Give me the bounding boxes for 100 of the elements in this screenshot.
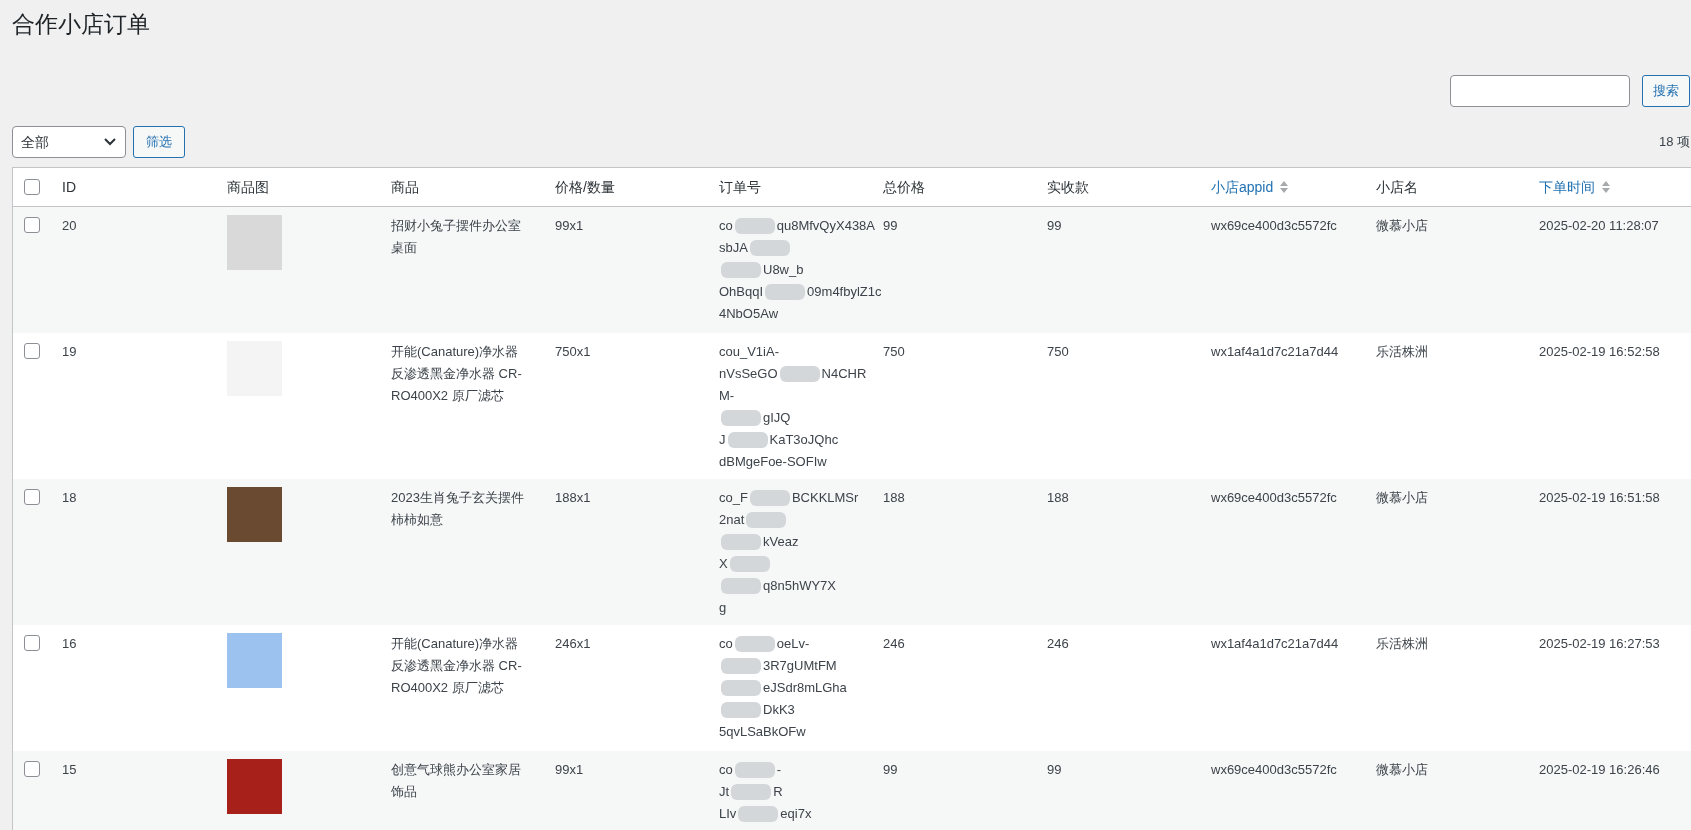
search-button[interactable]: 搜索: [1642, 75, 1690, 107]
order-number-text: KaT3oJQhc: [769, 431, 839, 449]
order-number-text: co_F: [719, 489, 748, 507]
table-cell: wx1af4a1d7c21a7d44: [1211, 344, 1339, 359]
table-cell: 246: [883, 636, 905, 651]
table-cell: 20: [62, 218, 77, 233]
order-number-text: DkK3: [763, 701, 795, 719]
checkbox[interactable]: [24, 217, 40, 233]
table-cell: 246x1: [555, 636, 591, 651]
table-cell: wx69ce400d3c5572fc: [1211, 490, 1337, 505]
order-number-text: g: [719, 599, 727, 617]
column-header: 实收款: [1047, 177, 1089, 197]
order-number-text: -: [776, 761, 782, 779]
table-cell: 乐活株洲: [1376, 636, 1428, 651]
table-cell: 2025-02-19 16:26:46: [1539, 762, 1660, 777]
checkbox[interactable]: [24, 761, 40, 777]
table-cell: 创意气球熊办公室家居饰品: [391, 762, 521, 799]
redaction-blur: [721, 578, 761, 594]
chevron-down-icon: [103, 137, 117, 147]
checkbox[interactable]: [24, 179, 40, 195]
table-cell: 15: [62, 762, 77, 777]
order-number-text: qu8MfvQyX438A: [776, 217, 875, 235]
order-number-text: eJSdr8mLGha: [763, 679, 847, 697]
table-cell: 750x1: [555, 344, 591, 359]
table-cell: 19: [62, 344, 77, 359]
redaction-blur: [749, 490, 790, 506]
column-header: 订单号: [719, 177, 761, 197]
redaction-blur: [734, 636, 775, 652]
table-cell: 99: [883, 218, 898, 233]
checkbox[interactable]: [24, 489, 40, 505]
redaction-blur: [727, 432, 768, 448]
table-cell: wx69ce400d3c5572fc: [1211, 218, 1337, 233]
column-header: 商品图: [227, 177, 269, 197]
table-cell: 开能(Canature)净水器反渗透黑金净水器 CR-RO400X2 原厂滤芯: [391, 344, 522, 403]
table-cell: 微慕小店: [1376, 490, 1428, 505]
order-number-text: M-: [719, 387, 735, 405]
order-number-text: 5qvLSaBkOFw: [719, 723, 806, 741]
filter-button[interactable]: 筛选: [133, 126, 185, 158]
order-number-text: kVeaz: [763, 533, 799, 551]
order-number-text: sbJA: [719, 239, 748, 257]
table-cell: 微慕小店: [1376, 762, 1428, 777]
order-number-text: 3R7gUMtFM: [763, 657, 837, 675]
redaction-blur: [734, 762, 775, 778]
filter-select[interactable]: 全部: [12, 126, 126, 158]
checkbox[interactable]: [24, 343, 40, 359]
order-number-text: 09m4fbylZ1c: [807, 283, 882, 301]
table-cell: 开能(Canature)净水器反渗透黑金净水器 CR-RO400X2 原厂滤芯: [391, 636, 522, 695]
order-number-text: U8w_b: [763, 261, 804, 279]
page-title: 合作小店订单: [11, 10, 150, 39]
redaction-blur: [738, 806, 779, 822]
order-number-text: N4CHR: [821, 365, 867, 383]
column-header: 价格/数量: [555, 177, 615, 197]
table-cell: 99x1: [555, 762, 584, 777]
column-header: 总价格: [883, 177, 925, 197]
order-number-text: X: [719, 555, 728, 573]
order-number-text: Jt: [719, 783, 730, 801]
column-header: ID: [62, 177, 76, 197]
order-number-text: q8n5hWY7X: [763, 577, 836, 595]
order-number-text: cou_V1iA-: [719, 343, 779, 361]
column-header: 商品: [391, 177, 419, 197]
table-cell: 16: [62, 636, 77, 651]
table-cell: 2023生肖兔子玄关摆件柿柿如意: [391, 490, 524, 527]
column-header[interactable]: 下单时间: [1539, 176, 1595, 198]
photo-placeholder: [227, 633, 282, 688]
order-number-text: eqi7x: [780, 805, 812, 823]
table-cell: 微慕小店: [1376, 218, 1428, 233]
order-number-text: gIJQ: [763, 409, 791, 427]
redaction-blur: [721, 658, 761, 674]
table-cell: wx1af4a1d7c21a7d44: [1211, 636, 1339, 651]
table-cell: 2025-02-19 16:27:53: [1539, 636, 1660, 651]
redaction-blur: [779, 366, 820, 382]
table-cell: 99: [1047, 218, 1062, 233]
order-number-text: dBMgeFoe-SOFIw: [719, 453, 827, 471]
order-number-text: LIv: [719, 805, 737, 823]
table-cell: 99x1: [555, 218, 584, 233]
order-number-text: nVsSeGO: [719, 365, 778, 383]
column-header[interactable]: 小店appid: [1211, 176, 1274, 198]
order-number-text: 2nat: [719, 511, 745, 529]
redaction-blur: [721, 262, 761, 278]
redaction-blur: [731, 784, 772, 800]
order-number-text: 4NbO5Aw: [719, 305, 778, 323]
table-cell: 188: [883, 490, 905, 505]
order-number-text: OhBqqI: [719, 283, 764, 301]
order-number-text: co: [719, 635, 733, 653]
search-field[interactable]: [1450, 75, 1630, 107]
table-cell: 188x1: [555, 490, 591, 505]
order-number-text: R: [773, 783, 783, 801]
table-cell: 246: [1047, 636, 1069, 651]
table-cell: 2025-02-19 16:52:58: [1539, 344, 1660, 359]
sort-icon: [1279, 179, 1290, 195]
redaction-blur: [729, 556, 770, 572]
sort-icon: [1601, 179, 1611, 195]
column-header: 小店名: [1376, 177, 1418, 197]
redaction-blur: [749, 240, 790, 256]
photo-placeholder: [227, 487, 282, 542]
order-number-text: co: [719, 761, 733, 779]
redaction-blur: [721, 410, 761, 426]
checkbox[interactable]: [24, 635, 40, 651]
photo-placeholder: [227, 759, 282, 814]
redaction-blur: [765, 284, 806, 300]
